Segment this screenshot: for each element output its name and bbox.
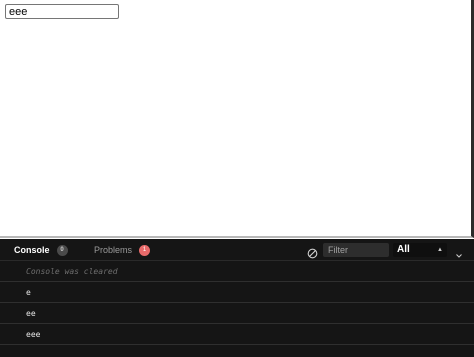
- log-text: e: [26, 287, 31, 297]
- select-arrows-icon: ▲: [437, 247, 443, 253]
- log-entry: ee: [0, 303, 474, 324]
- console-log: Console was cleared e ee eee: [0, 261, 474, 345]
- console-toolbar: Console 0 Problems 1 All ▲: [0, 239, 474, 261]
- log-level-value: All: [397, 244, 410, 255]
- log-text: Console was cleared: [26, 266, 118, 276]
- console-panel: Console 0 Problems 1 All ▲ Console was c…: [0, 239, 474, 357]
- log-text: ee: [26, 308, 36, 318]
- clear-console-icon[interactable]: [307, 244, 318, 259]
- filter-input[interactable]: [323, 243, 389, 257]
- log-entry: e: [0, 282, 474, 303]
- log-text: eee: [26, 329, 41, 339]
- tab-problems-label: Problems: [94, 245, 133, 255]
- console-count-badge: 0: [56, 244, 68, 256]
- log-entry-cleared: Console was cleared: [0, 261, 474, 282]
- log-level-select[interactable]: All ▲: [393, 243, 447, 257]
- tab-console[interactable]: Console 0: [14, 243, 68, 257]
- text-input[interactable]: [5, 4, 119, 19]
- preview-pane: [0, 0, 474, 238]
- tab-console-label: Console: [14, 245, 50, 255]
- log-entry: eee: [0, 324, 474, 345]
- problems-count-badge: 1: [139, 244, 151, 256]
- collapse-chevron-icon[interactable]: [455, 245, 463, 258]
- tab-problems[interactable]: Problems 1: [94, 243, 151, 257]
